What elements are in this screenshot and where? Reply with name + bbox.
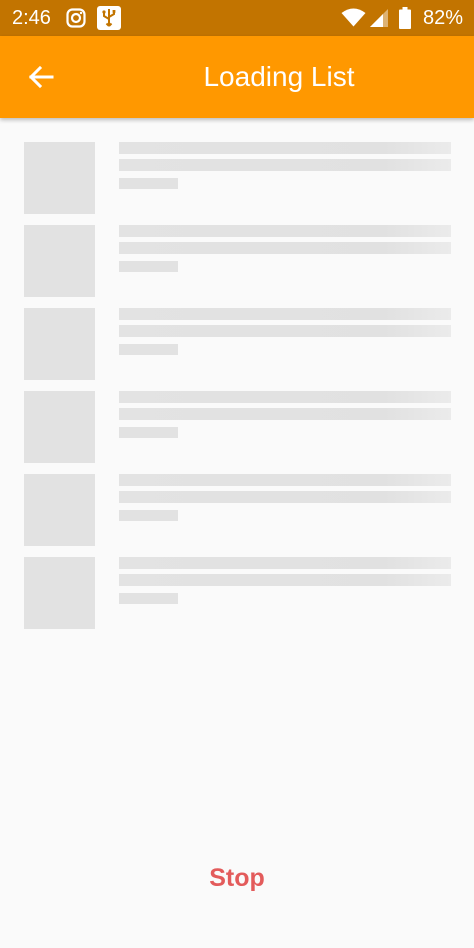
app-bar: Loading List <box>0 36 474 118</box>
subtitle-line-placeholder <box>119 408 451 420</box>
thumbnail-placeholder <box>24 308 95 380</box>
thumbnail-placeholder <box>24 391 95 463</box>
subtitle-line-placeholder <box>119 242 451 254</box>
thumbnail-placeholder <box>24 142 95 214</box>
subtitle-line-placeholder <box>119 159 451 171</box>
stop-button[interactable]: Stop <box>187 855 287 901</box>
status-bar: 2:46 82% <box>0 0 474 36</box>
list-item-placeholder <box>24 391 451 463</box>
instagram-icon <box>66 8 86 28</box>
meta-line-placeholder <box>119 427 178 438</box>
title-line-placeholder <box>119 474 451 486</box>
title-line-placeholder <box>119 225 451 237</box>
thumbnail-placeholder <box>24 557 95 629</box>
thumbnail-placeholder <box>24 225 95 297</box>
cellular-signal-icon <box>370 9 388 27</box>
title-line-placeholder <box>119 391 451 403</box>
subtitle-line-placeholder <box>119 491 451 503</box>
battery-percent: 82% <box>423 7 464 29</box>
usb-icon <box>97 6 121 30</box>
wifi-icon <box>341 8 366 27</box>
meta-line-placeholder <box>119 261 178 272</box>
subtitle-line-placeholder <box>119 325 451 337</box>
page-title: Loading List <box>203 61 355 92</box>
list-item-placeholder <box>24 142 451 214</box>
list-item-placeholder <box>24 308 451 380</box>
list-item-placeholder <box>24 557 451 629</box>
meta-line-placeholder <box>119 510 178 521</box>
battery-icon <box>399 7 411 29</box>
back-button[interactable] <box>18 54 64 100</box>
meta-line-placeholder <box>119 344 178 355</box>
title-line-placeholder <box>119 557 451 569</box>
meta-line-placeholder <box>119 593 178 604</box>
arrow-left-icon <box>28 65 54 89</box>
list-item-placeholder <box>24 225 451 297</box>
meta-line-placeholder <box>119 178 178 189</box>
subtitle-line-placeholder <box>119 574 451 586</box>
title-line-placeholder <box>119 142 451 154</box>
title-line-placeholder <box>119 308 451 320</box>
list-item-placeholder <box>24 474 451 546</box>
status-time: 2:46 <box>12 7 51 29</box>
thumbnail-placeholder <box>24 474 95 546</box>
